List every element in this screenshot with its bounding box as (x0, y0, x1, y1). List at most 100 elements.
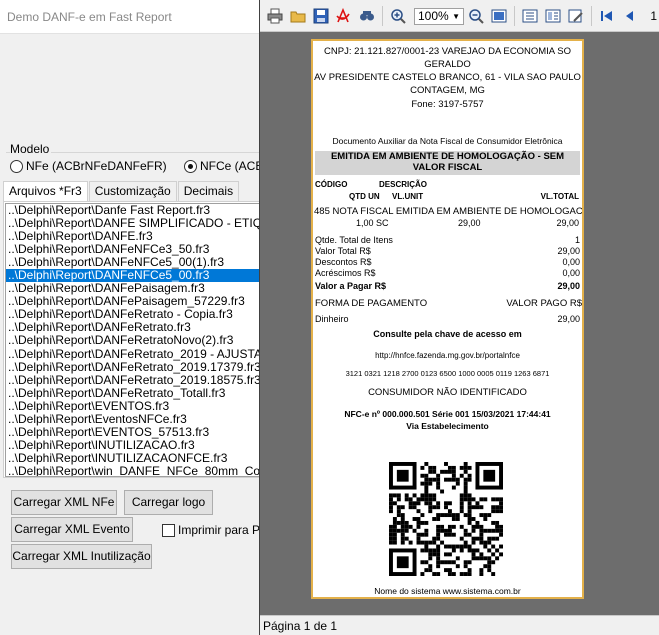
file-list-item[interactable]: ..\Delphi\Report\INUTILIZACAO.fr3 (6, 438, 259, 452)
qr-module (428, 477, 433, 482)
qr-module (487, 568, 492, 573)
radio-nfce-button[interactable] (184, 159, 197, 173)
carregar-xml-inutilizacao-button[interactable]: Carregar XML Inutilização (11, 544, 152, 569)
qr-module (396, 513, 401, 518)
qr-module (499, 497, 503, 502)
qr-module (487, 548, 492, 553)
qr-module (451, 548, 456, 553)
print-icon[interactable] (267, 8, 283, 24)
radio-nfe-label: NFe (ACBrNFeDANFeFR) (26, 159, 167, 173)
qr-module (404, 536, 409, 541)
qr-module (475, 524, 480, 529)
pdf-icon[interactable] (335, 8, 351, 24)
find-icon[interactable] (359, 8, 375, 24)
qr-module (420, 520, 425, 525)
qr-module (475, 556, 480, 561)
window-title: Demo DANF-e em Fast Report (7, 10, 172, 24)
file-list-item[interactable]: ..\Delphi\Report\win_DANFE_NFCe_80mm_Com… (6, 464, 259, 476)
qr-module (424, 473, 429, 478)
qr-module (471, 552, 476, 557)
qr-module (428, 548, 433, 553)
qr-module (459, 473, 464, 478)
qr-module (408, 540, 413, 545)
radio-nfe[interactable]: NFe (ACBrNFeDANFeFR) (10, 158, 167, 174)
first-page-icon[interactable] (599, 8, 615, 24)
report-file-list[interactable]: ..\Delphi\Report\Danfe Fast Report.fr3..… (5, 203, 259, 477)
qr-module (487, 560, 492, 565)
qr-module (495, 505, 500, 510)
radio-nfe-button[interactable] (10, 159, 23, 173)
qr-module (428, 568, 433, 573)
qr-module (451, 513, 456, 518)
file-list-item[interactable]: ..\Delphi\Report\DANFeRetrato_Totall.fr3 (6, 386, 259, 400)
page-number-field[interactable]: 1 (650, 9, 657, 23)
file-list-item[interactable]: ..\Delphi\Report\DANFeRetratoNovo(2).fr3 (6, 334, 259, 347)
qr-module (491, 505, 496, 510)
qr-code (389, 462, 503, 576)
qr-module (412, 505, 417, 510)
qr-module (432, 548, 437, 553)
receipt-footer: Nome do sistema www.sistema.com.br (374, 586, 521, 596)
carregar-xml-nfe-button[interactable]: Carregar XML NFe (11, 490, 117, 515)
qr-module (444, 560, 448, 565)
qr-module (400, 513, 405, 518)
edit-icon[interactable] (568, 8, 584, 24)
qr-module (428, 556, 433, 561)
qr-module (396, 505, 401, 510)
qr-module (392, 517, 397, 521)
qr-module (471, 528, 476, 533)
qr-module (436, 485, 441, 490)
qr-module (463, 564, 468, 569)
open-icon[interactable] (290, 8, 306, 24)
receipt-doc-title: Documento Auxiliar da Nota Fiscal de Con… (332, 136, 563, 146)
outline-icon[interactable] (522, 8, 538, 24)
qr-module (436, 560, 441, 565)
qr-module (412, 528, 417, 533)
qr-module (436, 564, 441, 569)
qr-module (396, 528, 401, 533)
qr-module (467, 560, 472, 565)
imprimir-pdf-checkbox[interactable]: Imprimir para PDF (162, 523, 259, 537)
qr-module (392, 540, 397, 545)
thumbnails-icon[interactable] (545, 8, 561, 24)
qr-module (471, 505, 476, 510)
tab-arquivos[interactable]: Arquivos *Fr3 (3, 181, 88, 202)
qr-module (499, 501, 503, 506)
tab-decimais[interactable]: Decimais (177, 181, 240, 201)
qr-module (420, 473, 425, 478)
acrescimos-value: 0,00 (562, 268, 580, 278)
file-list-item[interactable]: ..\Delphi\Report\EVENTOS_57513.fr3 (6, 425, 259, 439)
imprimir-pdf-checkbox-box[interactable] (162, 523, 175, 537)
qr-module (428, 509, 433, 514)
zoom-select[interactable]: 100% ▼ (414, 8, 464, 25)
prev-page-icon[interactable] (622, 8, 638, 24)
tab-customizacao[interactable]: Customização (88, 181, 177, 201)
qr-module (428, 465, 433, 470)
qr-module (436, 556, 441, 561)
zoom-in-icon[interactable] (390, 8, 406, 24)
qr-module (451, 485, 456, 490)
qr-module (436, 505, 441, 510)
qr-module (495, 497, 500, 502)
file-list-item[interactable]: ..\Delphi\Report\INUTILIZACAONFCE.fr3 (6, 451, 259, 465)
file-list-item[interactable]: ..\Delphi\Report\EVENTOS.fr3 (6, 399, 259, 413)
qr-module (444, 462, 448, 466)
carregar-logo-button[interactable]: Carregar logo (124, 490, 213, 515)
qr-module (436, 544, 441, 549)
carregar-xml-evento-button[interactable]: Carregar XML Evento (11, 517, 133, 542)
fullscreen-icon[interactable] (491, 8, 507, 24)
zoom-out-icon[interactable] (468, 8, 484, 24)
qr-module (420, 493, 425, 498)
descontos-label: Descontos R$ (315, 257, 372, 267)
qr-module (416, 517, 421, 521)
save-icon[interactable] (313, 8, 329, 24)
qr-module (436, 513, 441, 518)
radio-nfce[interactable]: NFCe (ACBrNFeDANFeFR) (184, 158, 259, 174)
page-status: Página 1 de 1 (263, 619, 338, 633)
qr-module (459, 572, 464, 576)
file-list-item[interactable]: ..\Delphi\Report\DANFeRetrato_2019.18575… (6, 373, 259, 387)
file-list-item[interactable]: ..\Delphi\Report\DANFeRetrato_2019.17379… (6, 360, 259, 374)
qr-module (447, 528, 452, 533)
file-list-item[interactable]: ..\Delphi\Report\DANFeRetrato_2019 - AJU… (6, 347, 259, 361)
file-list-item[interactable]: ..\Delphi\Report\EventosNFCe.fr3 (6, 412, 259, 426)
